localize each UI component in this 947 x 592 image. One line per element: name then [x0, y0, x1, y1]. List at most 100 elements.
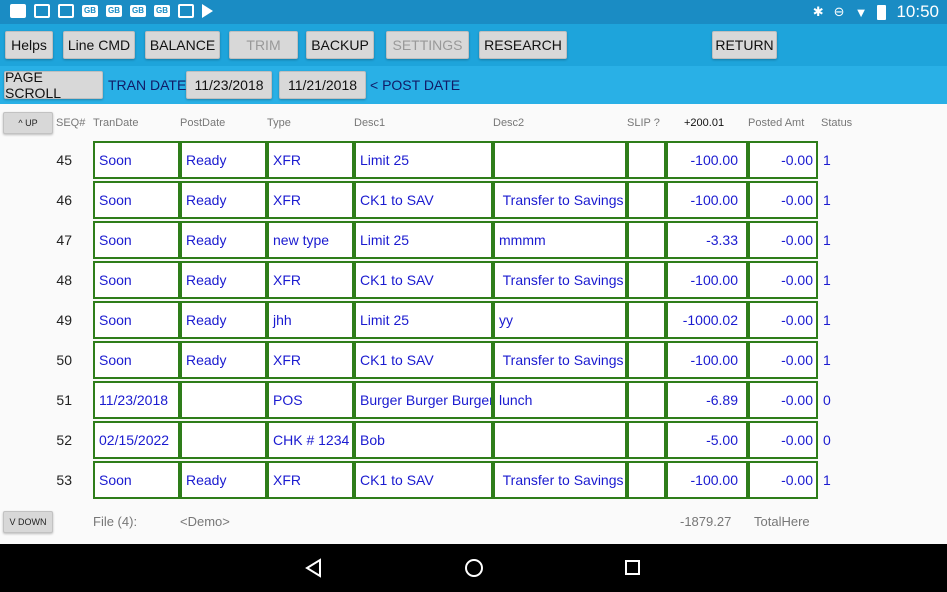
- desc2-cell[interactable]: lunch: [493, 381, 627, 419]
- posted-amt-cell[interactable]: -0.00: [748, 341, 818, 379]
- desc1-cell[interactable]: Limit 25: [354, 301, 493, 339]
- slip-cell[interactable]: [627, 141, 666, 179]
- amount-cell[interactable]: -100.00: [666, 141, 748, 179]
- tran-date-cell[interactable]: 11/23/2018: [93, 381, 180, 419]
- balance-button[interactable]: BALANCE: [145, 31, 220, 59]
- desc1-cell[interactable]: Limit 25: [354, 221, 493, 259]
- tran-date-cell[interactable]: Soon: [93, 461, 180, 499]
- tran-date-cell[interactable]: Soon: [93, 341, 180, 379]
- play-store-icon: [202, 4, 213, 18]
- tran-date-cell[interactable]: 02/15/2022: [93, 421, 180, 459]
- seq-number: 50: [56, 352, 72, 368]
- header-post-date: PostDate: [180, 117, 226, 129]
- desc1-cell[interactable]: Burger Burger Burger: [354, 381, 493, 419]
- type-cell[interactable]: POS: [267, 381, 354, 419]
- type-cell[interactable]: new type: [267, 221, 354, 259]
- gallery-icon: [34, 4, 50, 18]
- slip-cell[interactable]: [627, 341, 666, 379]
- posted-amt-cell[interactable]: -0.00: [748, 381, 818, 419]
- posted-amt-cell[interactable]: -0.00: [748, 301, 818, 339]
- tran-date-cell[interactable]: Soon: [93, 181, 180, 219]
- slip-cell[interactable]: [627, 421, 666, 459]
- desc2-cell[interactable]: Transfer to Savings: [493, 341, 627, 379]
- post-date-cell[interactable]: [180, 421, 267, 459]
- tran-date-cell[interactable]: Soon: [93, 261, 180, 299]
- desc2-cell[interactable]: [493, 421, 627, 459]
- desc2-cell[interactable]: yy: [493, 301, 627, 339]
- amount-cell[interactable]: -3.33: [666, 221, 748, 259]
- scroll-up-button[interactable]: ^ UP: [3, 112, 53, 134]
- post-date-cell[interactable]: Ready: [180, 181, 267, 219]
- post-date-cell[interactable]: Ready: [180, 341, 267, 379]
- desc1-cell[interactable]: CK1 to SAV: [354, 181, 493, 219]
- amount-cell[interactable]: -100.00: [666, 261, 748, 299]
- type-cell[interactable]: XFR: [267, 181, 354, 219]
- status-value: 1: [823, 152, 831, 168]
- line-cmd-button[interactable]: Line CMD: [63, 31, 135, 59]
- desc2-cell[interactable]: Transfer to Savings: [493, 181, 627, 219]
- back-icon[interactable]: [304, 558, 324, 578]
- helps-button[interactable]: Helps: [5, 31, 53, 59]
- gb-icon: GB: [154, 5, 170, 17]
- type-cell[interactable]: XFR: [267, 341, 354, 379]
- posted-amt-cell[interactable]: -0.00: [748, 461, 818, 499]
- amount-cell[interactable]: -1000.02: [666, 301, 748, 339]
- type-cell[interactable]: CHK # 1234: [267, 421, 354, 459]
- home-icon[interactable]: [465, 559, 483, 577]
- amount-cell[interactable]: -5.00: [666, 421, 748, 459]
- settings-button[interactable]: SETTINGS: [386, 31, 469, 59]
- type-cell[interactable]: jhh: [267, 301, 354, 339]
- post-date-cell[interactable]: Ready: [180, 141, 267, 179]
- type-cell[interactable]: XFR: [267, 141, 354, 179]
- post-date-cell[interactable]: Ready: [180, 301, 267, 339]
- trim-button[interactable]: TRIM: [229, 31, 298, 59]
- slip-cell[interactable]: [627, 181, 666, 219]
- desc1-cell[interactable]: Limit 25: [354, 141, 493, 179]
- amount-cell[interactable]: -100.00: [666, 461, 748, 499]
- slip-cell[interactable]: [627, 301, 666, 339]
- slip-cell[interactable]: [627, 381, 666, 419]
- desc2-cell[interactable]: Transfer to Savings: [493, 461, 627, 499]
- desc1-cell[interactable]: Bob: [354, 421, 493, 459]
- tran-date-cell[interactable]: Soon: [93, 301, 180, 339]
- status-value: 1: [823, 192, 831, 208]
- scroll-down-button[interactable]: V DOWN: [3, 511, 53, 533]
- slip-cell[interactable]: [627, 461, 666, 499]
- type-cell[interactable]: XFR: [267, 261, 354, 299]
- post-date-cell[interactable]: Ready: [180, 221, 267, 259]
- slip-cell[interactable]: [627, 221, 666, 259]
- desc2-cell[interactable]: Transfer to Savings: [493, 261, 627, 299]
- posted-amt-cell[interactable]: -0.00: [748, 221, 818, 259]
- post-date-cell[interactable]: Ready: [180, 261, 267, 299]
- research-button[interactable]: RESEARCH: [479, 31, 567, 59]
- posted-amt-cell[interactable]: -0.00: [748, 421, 818, 459]
- return-button[interactable]: RETURN: [712, 31, 777, 59]
- posted-amt-cell[interactable]: -0.00: [748, 141, 818, 179]
- tran-date-cell[interactable]: Soon: [93, 141, 180, 179]
- tran-date-button[interactable]: 11/23/2018: [186, 71, 272, 99]
- clock: 10:50: [896, 2, 939, 21]
- type-cell[interactable]: XFR: [267, 461, 354, 499]
- amount-cell[interactable]: -100.00: [666, 341, 748, 379]
- post-date-cell[interactable]: Ready: [180, 461, 267, 499]
- desc2-cell[interactable]: mmmm: [493, 221, 627, 259]
- backup-button[interactable]: BACKUP: [306, 31, 374, 59]
- posted-amt-cell[interactable]: -0.00: [748, 181, 818, 219]
- recent-apps-icon[interactable]: [625, 560, 640, 575]
- slip-cell[interactable]: [627, 261, 666, 299]
- page-scroll-button[interactable]: PAGE SCROLL: [4, 69, 103, 101]
- desc2-cell[interactable]: [493, 141, 627, 179]
- table-row: 46 Soon Ready XFR CK1 to SAV Transfer to…: [0, 180, 947, 220]
- desc1-cell[interactable]: CK1 to SAV: [354, 341, 493, 379]
- post-date-button[interactable]: 11/21/2018: [279, 71, 366, 99]
- post-date-cell[interactable]: [180, 381, 267, 419]
- seq-number: 51: [56, 392, 72, 408]
- desc1-cell[interactable]: CK1 to SAV: [354, 461, 493, 499]
- desc1-cell[interactable]: CK1 to SAV: [354, 261, 493, 299]
- amount-cell[interactable]: -100.00: [666, 181, 748, 219]
- posted-amt-cell[interactable]: -0.00: [748, 261, 818, 299]
- header-seq: SEQ#: [56, 117, 86, 129]
- header-desc2: Desc2: [493, 117, 525, 129]
- tran-date-cell[interactable]: Soon: [93, 221, 180, 259]
- amount-cell[interactable]: -6.89: [666, 381, 748, 419]
